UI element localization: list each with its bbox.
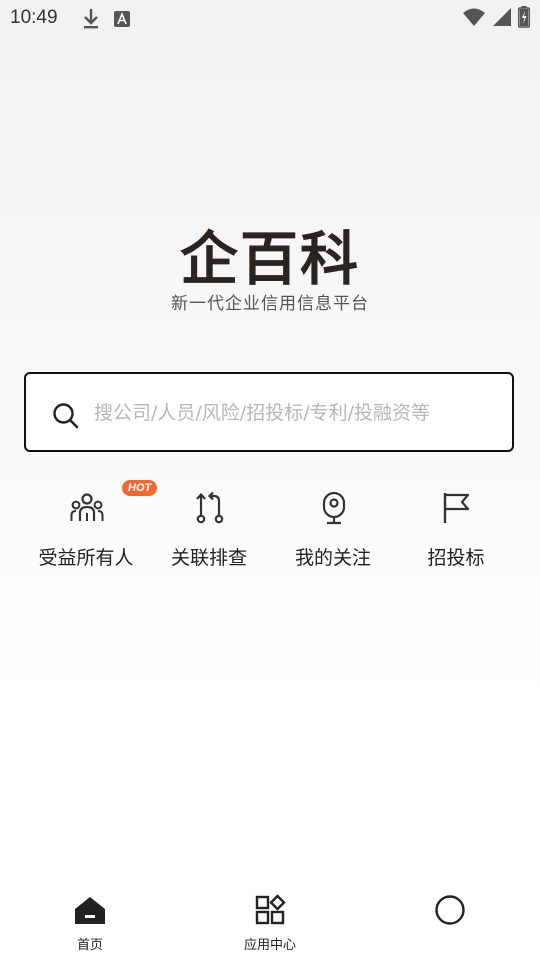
home-icon	[75, 897, 105, 924]
quick-action-related-check[interactable]: 关联排查	[147, 483, 271, 583]
quick-action-beneficial-owner[interactable]: HOT 受益所有人	[24, 480, 158, 583]
text-a-icon	[114, 11, 130, 27]
brand-slogan: 新一代企业信用信息平台	[171, 294, 369, 314]
status-time: 10:49	[10, 7, 58, 28]
bottom-nav: 首页 应用中心	[0, 888, 540, 960]
flag-icon	[443, 493, 470, 523]
tab-profile[interactable]	[360, 888, 540, 960]
tab-app-center[interactable]: 应用中心	[180, 888, 360, 960]
people-group-icon	[70, 493, 104, 521]
link-trace-icon	[196, 491, 224, 524]
tab-home[interactable]: 首页	[0, 888, 180, 960]
status-right-icons	[462, 6, 530, 28]
quick-action-bidding[interactable]: 招投标	[394, 483, 518, 583]
quick-actions: HOT 受益所有人 关联排查 我的关注 招投标	[0, 480, 540, 583]
cell-signal-icon	[493, 8, 511, 26]
brand-logo: 企百科	[179, 225, 360, 293]
quick-action-my-follow[interactable]: 我的关注	[271, 483, 395, 583]
quick-action-label: 招投标	[427, 547, 485, 569]
status-bar: 10:49	[0, 0, 540, 38]
status-left-icons	[82, 8, 130, 30]
wifi-icon	[463, 8, 485, 26]
tab-label: 首页	[76, 938, 103, 953]
search-input[interactable]	[92, 392, 506, 434]
quick-action-label: 受益所有人	[38, 547, 134, 569]
tab-label: 应用中心	[243, 938, 296, 953]
search-icon	[53, 403, 79, 429]
search-box[interactable]	[24, 372, 514, 452]
circle-icon	[435, 895, 465, 925]
download-icon	[84, 9, 98, 29]
quick-action-label: 关联排查	[170, 547, 247, 569]
camera-watch-icon	[322, 491, 346, 525]
quick-action-label: 我的关注	[294, 547, 371, 569]
apps-grid-icon	[255, 894, 286, 925]
battery-charging-icon	[518, 6, 530, 28]
